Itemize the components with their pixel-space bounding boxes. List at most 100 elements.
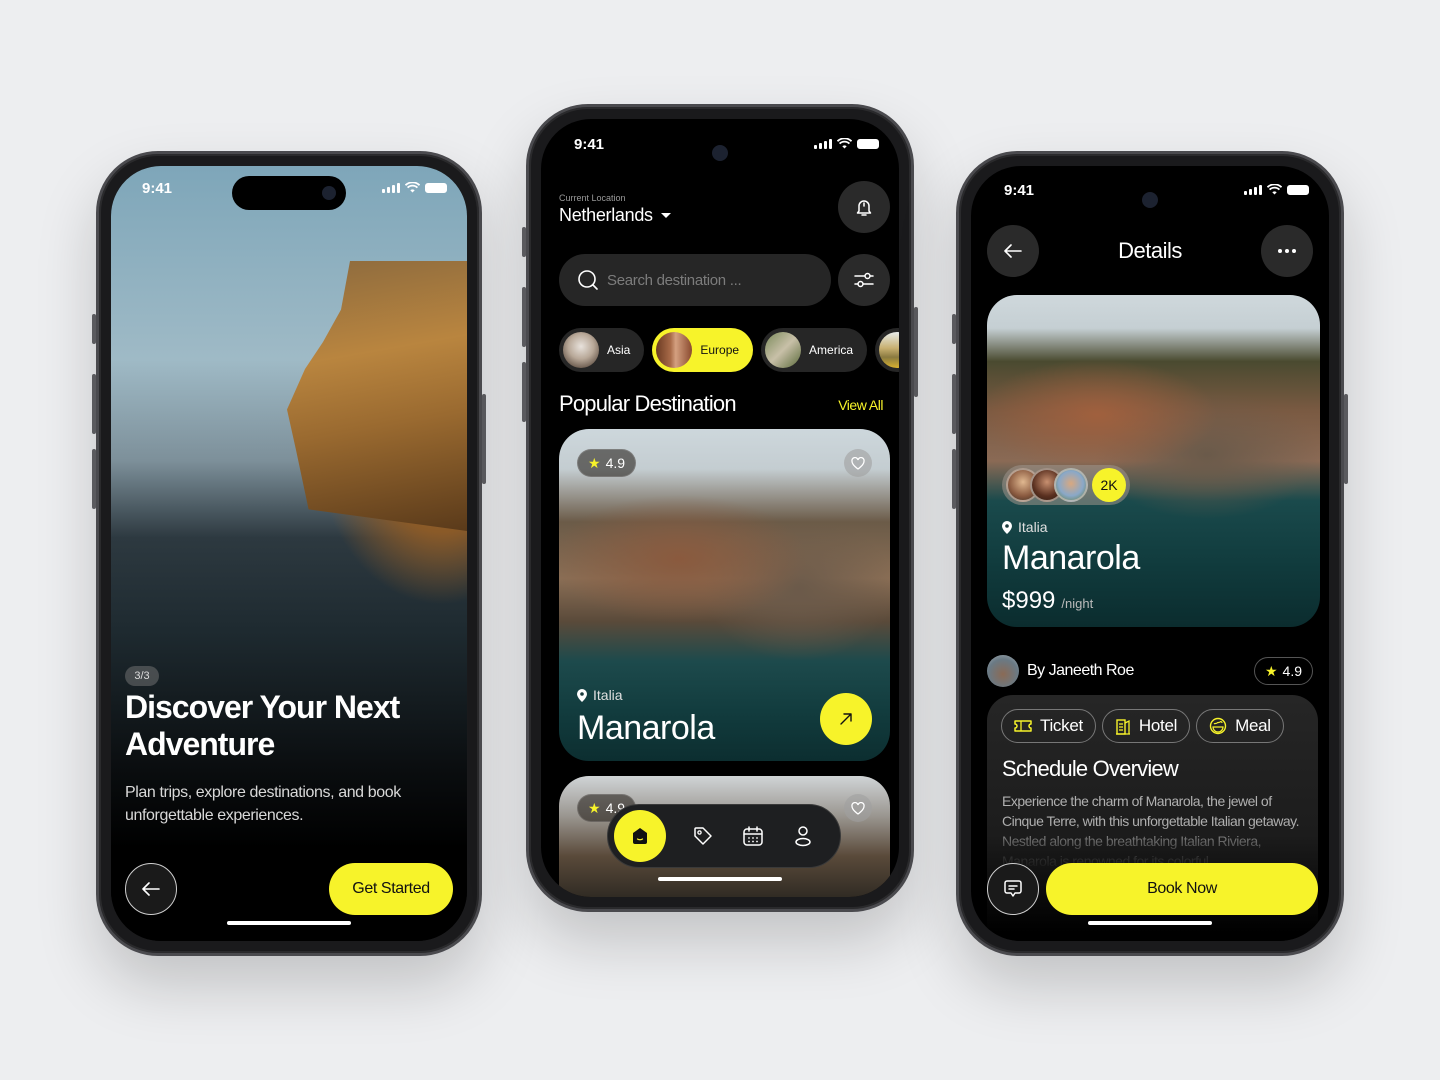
destination-country: Italia [1002, 519, 1048, 535]
avatar [1054, 468, 1088, 502]
meal-icon [1209, 717, 1227, 735]
tag-label: Meal [1235, 716, 1271, 735]
hotel-icon [1115, 719, 1130, 735]
category-chip-africa[interactable]: A [875, 328, 899, 372]
status-bar: 9:41 [111, 166, 467, 214]
rating-badge: ★ 4.9 [577, 449, 637, 477]
volume-down-button [952, 449, 956, 509]
caret-down-icon [660, 213, 671, 218]
bell-icon [856, 200, 872, 216]
camera-icon [712, 145, 728, 161]
sliders-icon [854, 272, 874, 288]
tag-hotel[interactable]: Hotel [1101, 709, 1191, 743]
author-info[interactable]: By Janeeth Roe [987, 655, 1134, 687]
power-button [914, 307, 918, 397]
calendar-icon [743, 826, 763, 846]
user-icon [795, 826, 811, 847]
inclusion-tags: Ticket Hotel Meal [1001, 709, 1284, 743]
battery-icon [1287, 184, 1309, 195]
star-icon: ★ [1264, 662, 1278, 679]
home-icon [633, 828, 647, 844]
phone-details: 9:41 Details 2K Italia Manarola $999 /ni… [952, 151, 1348, 956]
back-button[interactable] [125, 863, 177, 915]
nav-calendar[interactable] [728, 811, 778, 861]
location-pin-icon [1002, 520, 1012, 534]
details-screen: 9:41 Details 2K Italia Manarola $999 /ni… [971, 166, 1329, 941]
category-chip-europe[interactable]: Europe [652, 328, 754, 372]
camera-icon [322, 186, 336, 200]
tag-ticket[interactable]: Ticket [1001, 709, 1096, 743]
favorite-button[interactable] [844, 794, 872, 822]
tag-icon [694, 827, 712, 845]
home-indicator [227, 921, 351, 925]
africa-thumbnail [879, 332, 899, 368]
signal-icon [382, 182, 400, 193]
schedule-description: Experience the charm of Manarola, the je… [1002, 793, 1300, 869]
power-button [1344, 394, 1348, 484]
country-label: Italia [1018, 519, 1048, 535]
get-started-button[interactable]: Get Started [329, 863, 453, 915]
america-thumbnail [765, 332, 802, 368]
battery-icon [857, 138, 879, 149]
view-all-link[interactable]: View All [838, 397, 883, 413]
author-name: By Janeeth Roe [1027, 662, 1134, 679]
destination-country: Italia [577, 687, 623, 703]
volume-down-button [522, 362, 526, 422]
rating-value: 4.9 [1282, 663, 1302, 679]
visitors-avatars[interactable]: 2K [1002, 465, 1130, 505]
home-indicator [1088, 921, 1212, 925]
nav-home[interactable] [614, 810, 666, 862]
silent-switch [522, 227, 526, 257]
arrow-left-icon [142, 882, 160, 896]
status-bar: 9:41 [541, 119, 899, 167]
search-placeholder: Search destination ... [607, 271, 742, 289]
author-avatar [987, 655, 1019, 687]
power-button [482, 394, 486, 484]
favorite-button[interactable] [844, 449, 872, 477]
price: $999 /night [1002, 587, 1093, 615]
chat-button[interactable] [987, 863, 1039, 915]
chat-icon [1004, 880, 1022, 897]
category-chip-america[interactable]: America [761, 328, 868, 372]
asia-thumbnail [563, 332, 599, 368]
category-chip-asia[interactable]: Asia [559, 328, 645, 372]
onboarding-screen: 9:41 3/3 Discover Your Next Adventure Pl… [111, 166, 467, 941]
silent-switch [952, 314, 956, 344]
star-icon: ★ [588, 799, 601, 816]
destination-card[interactable]: ★ 4.9 Italia Manarola [559, 429, 890, 761]
bottom-nav [607, 804, 841, 868]
book-now-button[interactable]: Book Now [1046, 863, 1318, 915]
wifi-icon [837, 138, 852, 149]
status-time: 9:41 [574, 136, 605, 153]
open-destination-button[interactable] [820, 693, 872, 745]
onboarding-title: Discover Your Next Adventure [125, 689, 400, 762]
notifications-button[interactable] [838, 181, 890, 233]
search-icon [578, 270, 598, 290]
rating-badge: ★ 4.9 [1253, 657, 1313, 685]
current-location-label: Current Location [559, 193, 626, 203]
status-bar: 9:41 [971, 166, 1329, 214]
volume-down-button [92, 449, 96, 509]
more-options-button[interactable] [1261, 225, 1313, 277]
destination-hero-image: 2K Italia Manarola $999 /night [987, 295, 1320, 627]
phone-onboarding: 9:41 3/3 Discover Your Next Adventure Pl… [92, 151, 486, 956]
phone-home: 9:41 Current Location Netherlands Search… [522, 104, 918, 912]
tag-label: Ticket [1040, 716, 1083, 735]
europe-thumbnail [656, 332, 693, 368]
price-value: $999 [1002, 587, 1056, 614]
filter-button[interactable] [838, 254, 890, 306]
price-unit: /night [1061, 596, 1094, 611]
ticket-icon [1014, 720, 1032, 732]
heart-icon [851, 456, 865, 470]
search-input[interactable]: Search destination ... [559, 254, 831, 306]
section-title: Popular Destination [559, 391, 737, 416]
visitors-count: 2K [1092, 468, 1126, 502]
status-time: 9:41 [142, 180, 173, 197]
tag-meal[interactable]: Meal [1196, 709, 1284, 743]
rating-value: 4.9 [605, 455, 626, 471]
category-chips: Asia Europe America A [559, 328, 899, 372]
location-selector[interactable]: Netherlands [559, 205, 671, 226]
location-value: Netherlands [559, 205, 653, 225]
nav-deals[interactable] [678, 811, 728, 861]
nav-profile[interactable] [778, 811, 828, 861]
